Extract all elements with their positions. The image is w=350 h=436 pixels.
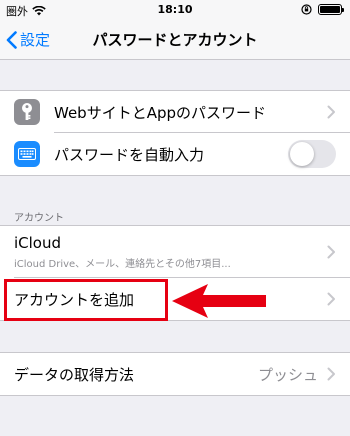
battery-icon — [318, 4, 344, 15]
key-icon — [14, 99, 40, 125]
chevron-right-icon — [327, 245, 335, 259]
navigation-bar: 設定 パスワードとアカウント — [0, 20, 350, 60]
autofill-passwords-row: パスワードを自動入力 — [0, 133, 350, 175]
autofill-passwords-toggle[interactable] — [288, 140, 336, 168]
status-right — [301, 4, 344, 15]
fetch-new-data-row[interactable]: データの取得方法 プッシュ — [0, 353, 350, 395]
icloud-title: iCloud — [14, 234, 62, 252]
keyboard-icon — [14, 141, 40, 167]
websites-apps-passwords-row[interactable]: WebサイトとAppのパスワード — [0, 91, 350, 133]
red-arrow-icon — [172, 284, 266, 318]
icloud-row[interactable]: iCloud iCloud Drive、メール、連絡先とその他7項目... — [0, 226, 350, 278]
highlight-box — [4, 279, 168, 321]
chevron-right-icon — [327, 105, 335, 119]
fetch-new-data-label: データの取得方法 — [14, 365, 135, 384]
websites-apps-passwords-label: WebサイトとAppのパスワード — [54, 103, 267, 122]
toggle-knob — [290, 142, 314, 166]
chevron-right-icon — [327, 367, 335, 381]
chevron-right-icon — [327, 292, 335, 306]
fetch-data-section: データの取得方法 プッシュ — [0, 352, 350, 396]
status-time: 18:10 — [157, 3, 193, 16]
fetch-new-data-value: プッシュ — [257, 365, 318, 384]
page-title: パスワードとアカウント — [92, 31, 258, 49]
icloud-subtitle: iCloud Drive、メール、連絡先とその他7項目... — [14, 259, 231, 270]
orientation-lock-icon — [301, 4, 312, 15]
accounts-section-header: アカウント — [14, 213, 64, 224]
autofill-passwords-label: パスワードを自動入力 — [54, 145, 205, 164]
status-bar: 圏外 18:10 — [0, 0, 350, 20]
passwords-section: WebサイトとAppのパスワード パスワードを自動入力 — [0, 90, 350, 176]
